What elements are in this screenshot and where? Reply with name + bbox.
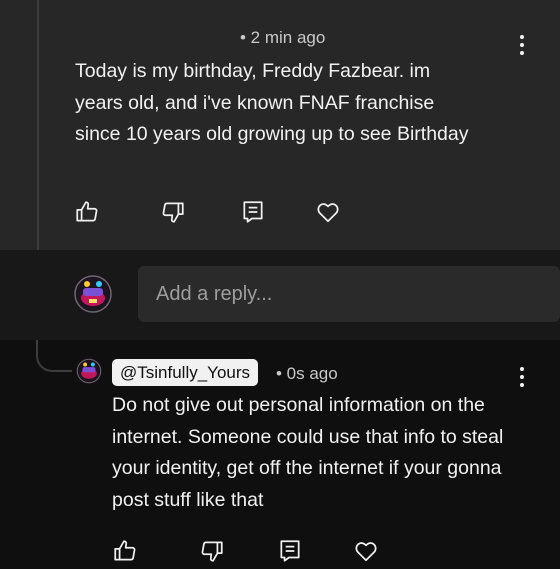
comment-text: Today is my birthday, Freddy Fazbear. im… (75, 60, 469, 145)
heart-icon[interactable] (353, 538, 383, 568)
reply-icon[interactable] (240, 199, 270, 229)
more-options-icon[interactable] (519, 35, 525, 55)
comment-timestamp: • 2 min ago (240, 28, 326, 47)
dislike-icon[interactable] (160, 199, 190, 229)
avatar[interactable] (76, 358, 102, 384)
reply-timestamp: • 0s ago (276, 364, 338, 383)
dislike-icon[interactable] (199, 538, 229, 568)
like-icon[interactable] (74, 199, 104, 229)
comment-actions (0, 199, 560, 229)
username-chip[interactable]: @Tsinfully_Yours (112, 359, 259, 386)
reply-text: Do not give out personal information on … (112, 394, 504, 511)
heart-icon[interactable] (315, 199, 345, 229)
like-icon[interactable] (112, 538, 142, 568)
reply-input[interactable]: Add a reply... (138, 266, 560, 322)
reply-actions (0, 538, 560, 568)
more-options-icon[interactable] (519, 367, 525, 387)
reply-thread-line (36, 340, 72, 372)
parent-comment-card: • 2 min ago Today is my birthday, Freddy… (0, 0, 560, 250)
avatar[interactable] (73, 274, 113, 314)
reply-icon[interactable] (277, 538, 307, 568)
